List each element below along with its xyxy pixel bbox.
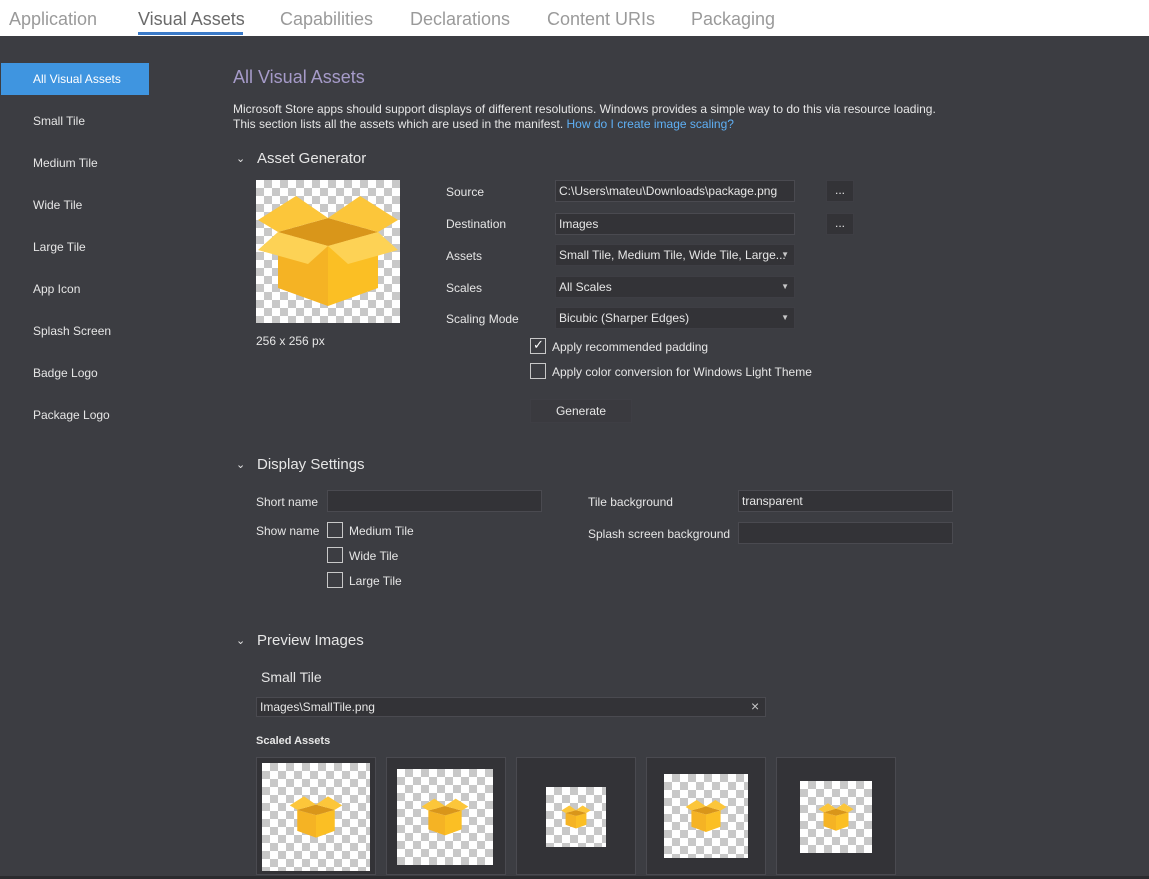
tab-declarations[interactable]: Declarations — [410, 9, 510, 30]
tile-background-label: Tile background — [588, 495, 673, 509]
sidebar-item-large-tile[interactable]: Large Tile — [1, 231, 149, 263]
assets-label: Assets — [446, 249, 483, 263]
package-box-icon — [818, 803, 854, 831]
sidebar: All Visual Assets Small Tile Medium Tile… — [0, 36, 215, 879]
scaled-assets-label: Scaled Assets — [256, 735, 331, 747]
sidebar-item-splash-screen[interactable]: Splash Screen — [1, 315, 149, 347]
sidebar-item-all-visual-assets[interactable]: All Visual Assets — [1, 63, 149, 95]
sidebar-item-medium-tile[interactable]: Medium Tile — [1, 147, 149, 179]
scaled-asset-image — [800, 781, 872, 853]
preview-images-chevron-icon[interactable]: ⌄ — [236, 634, 245, 647]
destination-label: Destination — [446, 217, 507, 231]
tab-packaging[interactable]: Packaging — [691, 9, 775, 30]
apply-padding-label[interactable]: Apply recommended padding — [552, 340, 708, 354]
destination-browse-button[interactable]: ... — [826, 213, 854, 235]
scales-dropdown[interactable]: All Scales ▼ — [555, 276, 795, 298]
scaled-asset-image — [262, 763, 370, 871]
scaling-mode-dropdown[interactable]: Bicubic (Sharper Edges) ▼ — [555, 307, 795, 329]
scaled-asset-image — [546, 787, 606, 847]
scales-label: Scales — [446, 281, 483, 295]
source-browse-button[interactable]: ... — [826, 180, 854, 202]
sidebar-item-wide-tile[interactable]: Wide Tile — [1, 189, 149, 221]
source-path-field[interactable]: C:\Users\mateu\Downloads\package.png — [555, 180, 795, 202]
show-name-medium-tile-label[interactable]: Medium Tile — [349, 524, 414, 538]
color-conversion-label[interactable]: Apply color conversion for Windows Light… — [552, 365, 812, 379]
splash-background-field[interactable] — [738, 522, 953, 544]
sidebar-item-package-logo[interactable]: Package Logo — [1, 399, 149, 431]
show-name-wide-tile-label[interactable]: Wide Tile — [349, 549, 398, 563]
scaled-asset-tile[interactable] — [646, 757, 766, 875]
sidebar-item-small-tile[interactable]: Small Tile — [1, 105, 149, 137]
short-name-label: Short name — [256, 495, 319, 509]
source-label: Source — [446, 185, 485, 199]
scaled-asset-tile[interactable] — [776, 757, 896, 875]
small-tile-path-field[interactable]: Images\SmallTile.png — [256, 697, 766, 717]
show-name-wide-tile-checkbox[interactable] — [327, 547, 343, 563]
main-panel: All Visual Assets Microsoft Store apps s… — [215, 36, 1149, 879]
apply-padding-checkbox[interactable]: ✓ — [530, 337, 546, 354]
tab-application[interactable]: Application — [9, 9, 97, 30]
scaled-asset-tile[interactable] — [386, 757, 506, 875]
description-line-2: This section lists all the assets which … — [233, 117, 564, 131]
show-name-label: Show name — [256, 524, 320, 538]
tab-capabilities[interactable]: Capabilities — [280, 9, 373, 30]
sidebar-item-badge-logo[interactable]: Badge Logo — [1, 357, 149, 389]
display-settings-heading[interactable]: Display Settings — [257, 456, 365, 473]
clear-path-icon[interactable]: × — [751, 698, 759, 714]
color-conversion-checkbox[interactable] — [530, 363, 546, 379]
scaling-mode-label: Scaling Mode — [446, 312, 519, 326]
scaled-asset-image — [664, 774, 748, 858]
destination-field[interactable]: Images — [555, 213, 795, 235]
tile-background-field[interactable]: transparent — [738, 490, 953, 512]
description-line-1: Microsoft Store apps should support disp… — [233, 102, 936, 116]
assets-dropdown-value: Small Tile, Medium Tile, Wide Tile, Larg… — [559, 248, 786, 262]
page-title: All Visual Assets — [233, 67, 365, 87]
chevron-down-icon: ▼ — [781, 313, 789, 322]
package-box-icon — [289, 796, 343, 838]
image-scaling-help-link[interactable]: How do I create image scaling? — [567, 117, 734, 131]
show-name-large-tile-label[interactable]: Large Tile — [349, 574, 402, 588]
generate-button[interactable]: Generate — [530, 399, 632, 423]
display-settings-chevron-icon[interactable]: ⌄ — [236, 458, 245, 471]
page-description: Microsoft Store apps should support disp… — [233, 102, 936, 132]
asset-generator-heading[interactable]: Asset Generator — [257, 150, 366, 167]
package-box-icon — [421, 798, 469, 836]
show-name-medium-tile-checkbox[interactable] — [327, 522, 343, 538]
package-box-icon — [258, 196, 398, 306]
preview-images-heading[interactable]: Preview Images — [257, 632, 364, 649]
small-tile-heading: Small Tile — [261, 669, 322, 685]
scaling-mode-dropdown-value: Bicubic (Sharper Edges) — [559, 311, 690, 325]
chevron-down-icon: ▼ — [781, 250, 789, 259]
scales-dropdown-value: All Scales — [559, 280, 612, 294]
checkmark-icon: ✓ — [533, 337, 544, 352]
description-line-2-wrap: This section lists all the assets which … — [233, 117, 936, 132]
package-box-icon — [685, 799, 727, 833]
source-image-preview — [256, 180, 400, 323]
package-box-icon — [561, 805, 591, 829]
source-image-size: 256 x 256 px — [256, 334, 325, 348]
active-tab-indicator — [138, 32, 243, 35]
chevron-down-icon: ▼ — [781, 282, 789, 291]
scaled-asset-tile[interactable] — [516, 757, 636, 875]
tab-visual-assets[interactable]: Visual Assets — [138, 9, 245, 30]
show-name-large-tile-checkbox[interactable] — [327, 572, 343, 588]
assets-dropdown[interactable]: Small Tile, Medium Tile, Wide Tile, Larg… — [555, 244, 795, 266]
short-name-field[interactable] — [327, 490, 542, 512]
scaled-asset-tile[interactable] — [256, 757, 376, 875]
asset-generator-chevron-icon[interactable]: ⌄ — [236, 152, 245, 165]
tab-content-uris[interactable]: Content URIs — [547, 9, 655, 30]
splash-background-label: Splash screen background — [588, 527, 731, 541]
scaled-asset-image — [397, 769, 493, 865]
top-tab-strip: Application Visual Assets Capabilities D… — [0, 0, 1149, 36]
sidebar-item-app-icon[interactable]: App Icon — [1, 273, 149, 305]
